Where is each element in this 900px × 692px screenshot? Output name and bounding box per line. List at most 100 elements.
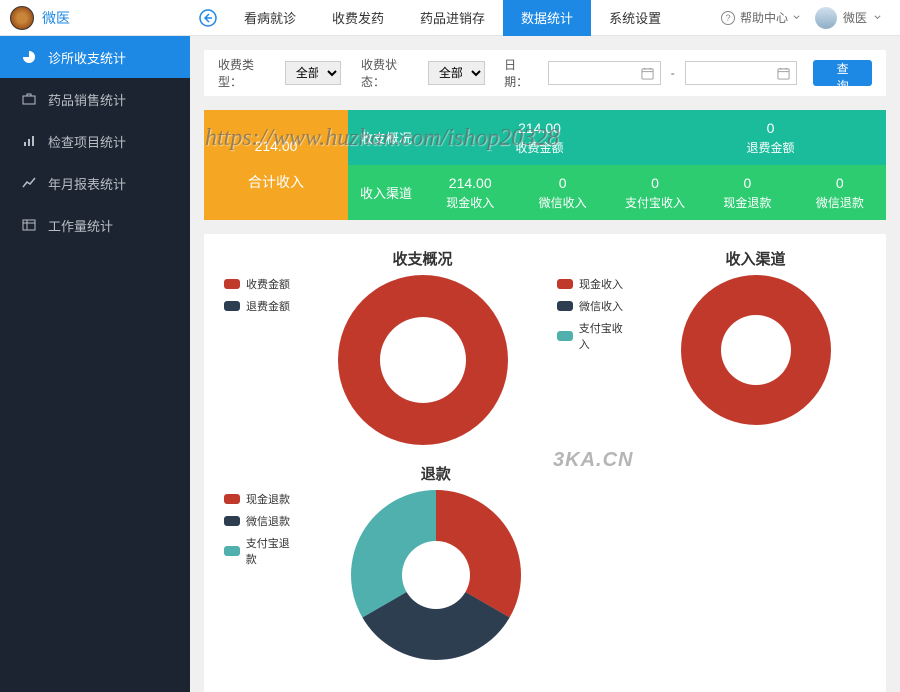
sidebar-item-label: 诊所收支统计	[48, 48, 126, 67]
brand: 微医	[42, 8, 70, 28]
stat-cell-value: 0	[767, 120, 775, 136]
filter-status-select[interactable]: 全部	[428, 61, 485, 85]
logo-icon	[10, 6, 34, 30]
help-center[interactable]: ? 帮助中心	[720, 9, 801, 26]
stat-cell: 0 退费金额	[655, 120, 886, 156]
legend-swatch	[224, 494, 240, 504]
stat-cell: 0现金退款	[701, 175, 793, 211]
nav-item[interactable]: 收费发药	[314, 0, 402, 36]
legend-item[interactable]: 现金收入	[557, 276, 633, 292]
legend-swatch	[224, 301, 240, 311]
table-icon	[22, 218, 36, 232]
chart-area: 收支概况	[300, 248, 545, 445]
stat-total: 214.00 合计收入	[204, 110, 348, 220]
line-icon	[22, 176, 36, 190]
legend-swatch	[557, 279, 573, 289]
chart-area: 退款	[300, 463, 572, 660]
help-label: 帮助中心	[740, 9, 788, 26]
sidebar-item-label: 工作量统计	[48, 216, 113, 235]
filter-bar: 收费类型： 全部 收费状态： 全部 日期： - 查询	[204, 50, 886, 96]
stat-row: 收入渠道214.00现金收入 0 微信收入 0 支付宝收入 0现金退款 0 微信退款	[348, 165, 886, 220]
stat-cell-label: 收费金额	[515, 139, 563, 156]
legend-item[interactable]: 支付宝收入	[557, 320, 633, 352]
sidebar-item[interactable]: 药品销售统计	[0, 78, 190, 120]
legend-label: 支付宝退款	[246, 535, 300, 567]
filter-date-label: 日期：	[504, 56, 538, 90]
nav-item[interactable]: 药品进销存	[402, 0, 503, 36]
stat-cell-value: 0	[559, 175, 567, 191]
legend-label: 退费金额	[246, 298, 290, 314]
sidebar-item-label: 药品销售统计	[48, 90, 126, 109]
chart-legend: 现金收入微信收入支付宝收入	[545, 248, 633, 445]
nav-item[interactable]: 系统设置	[591, 0, 679, 36]
legend-swatch	[557, 301, 573, 311]
chart-legend: 收费金额退费金额	[212, 248, 300, 445]
sidebar-item-label: 年月报表统计	[48, 174, 126, 193]
legend-item[interactable]: 现金退款	[224, 491, 300, 507]
date-to-input[interactable]	[685, 61, 798, 85]
sidebar-item[interactable]: 检查项目统计	[0, 120, 190, 162]
sidebar-item[interactable]: 诊所收支统计	[0, 36, 190, 78]
legend-label: 微信收入	[579, 298, 623, 314]
sidebar-item[interactable]: 年月报表统计	[0, 162, 190, 204]
legend-label: 支付宝收入	[579, 320, 633, 352]
stat-cell: 214.00现金收入	[424, 175, 516, 211]
nav-item[interactable]: 看病就诊	[226, 0, 314, 36]
stat-cell-label: 微信收入	[539, 194, 587, 211]
legend-item[interactable]: 退费金额	[224, 298, 300, 314]
chart-title: 收支概况	[392, 248, 452, 269]
stat-cell-label: 支付宝收入	[625, 194, 685, 211]
chevron-down-icon	[873, 13, 882, 22]
legend-label: 现金收入	[579, 276, 623, 292]
user-menu[interactable]: 微医	[815, 7, 882, 29]
filter-type-select[interactable]: 全部	[285, 61, 342, 85]
legend-swatch	[224, 516, 240, 526]
chart-legend: 现金退款微信退款支付宝退款	[212, 463, 300, 660]
stat-cell-value: 214.00	[449, 175, 492, 191]
logo-area: 微医	[0, 6, 190, 30]
stat-total-label: 合计收入	[248, 172, 304, 192]
chevron-down-icon	[792, 13, 801, 22]
stat-cell-value: 0	[836, 175, 844, 191]
stat-cell-value: 0	[651, 175, 659, 191]
avatar-icon	[815, 7, 837, 29]
legend-item[interactable]: 微信收入	[557, 298, 633, 314]
header-right: ? 帮助中心 微医	[720, 7, 900, 29]
sidebar-item-label: 检查项目统计	[48, 132, 126, 151]
stat-cell-label: 退费金额	[746, 139, 794, 156]
filter-status-label: 收费状态：	[361, 56, 418, 90]
date-separator: -	[667, 66, 679, 80]
stat-cell: 214.00收费金额	[424, 120, 655, 156]
charts-card: 收费金额退费金额收支概况现金收入微信收入支付宝收入收入渠道现金退款微信退款支付宝…	[204, 234, 886, 692]
query-button[interactable]: 查询	[813, 60, 872, 86]
stat-cell: 0 微信收入	[516, 175, 608, 211]
calendar-icon	[777, 67, 790, 80]
stat-strip: 214.00 合计收入 收支概况214.00收费金额0退费金额收入渠道214.0…	[204, 110, 886, 220]
nav-item[interactable]: 数据统计	[503, 0, 591, 36]
stat-cell: 0 微信退款	[794, 175, 886, 211]
stat-rows: 收支概况214.00收费金额0退费金额收入渠道214.00现金收入0微信收入0支…	[348, 110, 886, 220]
collapse-button[interactable]	[190, 0, 226, 36]
legend-item[interactable]: 支付宝退款	[224, 535, 300, 567]
stat-total-value: 214.00	[255, 138, 298, 154]
stat-cell-label: 现金退款	[723, 194, 771, 211]
header: 微医 看病就诊收费发药药品进销存数据统计系统设置 ? 帮助中心 微医	[0, 0, 900, 36]
stat-cell: 0 支付宝收入	[609, 175, 701, 211]
legend-item[interactable]: 微信退款	[224, 513, 300, 529]
case-icon	[22, 92, 36, 106]
legend-label: 微信退款	[246, 513, 290, 529]
stat-cell-label: 微信退款	[816, 194, 864, 211]
stat-row-label: 收支概况	[348, 128, 424, 147]
stat-row: 收支概况214.00收费金额 0 退费金额	[348, 110, 886, 165]
date-from-input[interactable]	[548, 61, 661, 85]
filter-type-label: 收费类型：	[218, 56, 275, 90]
bar-icon	[22, 134, 36, 148]
legend-label: 收费金额	[246, 276, 290, 292]
chart-cell: 收费金额退费金额 收支概况	[212, 248, 545, 445]
svg-text:?: ?	[725, 13, 730, 23]
sidebar-item[interactable]: 工作量统计	[0, 204, 190, 246]
pie-icon	[22, 50, 36, 64]
legend-item[interactable]: 收费金额	[224, 276, 300, 292]
stat-row-label: 收入渠道	[348, 183, 424, 202]
user-name: 微医	[843, 9, 867, 26]
